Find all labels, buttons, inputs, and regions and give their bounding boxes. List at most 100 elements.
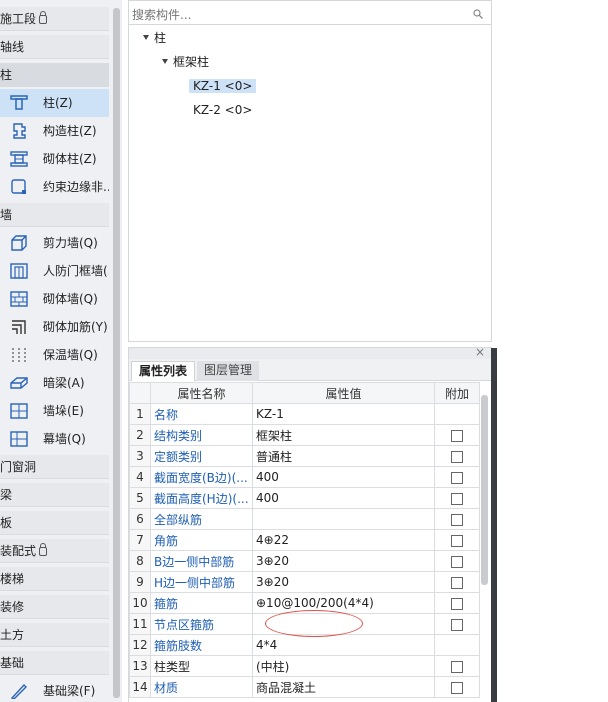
property-value[interactable]: 3⊕20 [252, 571, 435, 593]
extra-checkbox[interactable] [451, 492, 463, 505]
category-label: 施工段 [0, 12, 37, 26]
table-row[interactable]: 12 箍筋肢数 4*4 [129, 634, 480, 656]
nav-item-civil-defense-door-wall[interactable]: 人防门框墙(... [0, 257, 109, 285]
expand-triangle-icon[interactable] [143, 35, 149, 40]
nav-item-masonry-wall[interactable]: 砌体墙(Q) [0, 285, 109, 313]
nav-item-hidden-beam[interactable]: 暗梁(A) [0, 369, 109, 397]
category-label: 楼梯 [0, 572, 25, 586]
search-icon[interactable] [473, 9, 483, 19]
table-row[interactable]: 8 B边一侧中部筋 3⊕20 [129, 550, 480, 572]
category-construction-stage[interactable]: 施工段 [0, 7, 109, 31]
property-value[interactable]: ⊕10@100/200(4*4) [252, 592, 435, 614]
table-row[interactable]: 3 定额类别 普通柱 [129, 445, 480, 467]
extra-checkbox[interactable] [451, 681, 463, 694]
category-slab[interactable]: 板 [0, 511, 109, 535]
tree-node-frame-column[interactable]: 框架柱 [162, 52, 209, 72]
category-decoration[interactable]: 装修 [0, 595, 109, 619]
extra-checkbox[interactable] [451, 534, 463, 547]
nav-item-foundation-beam[interactable]: 基础梁(F) [0, 677, 109, 702]
nav-item-construction-column[interactable]: 构造柱(Z) [0, 117, 109, 145]
search-input[interactable] [132, 5, 462, 24]
extra-checkbox[interactable] [451, 660, 463, 673]
tree-leaf-kz1[interactable]: KZ-1 <0> [189, 76, 257, 96]
nav-item-masonry-column[interactable]: 砌体柱(Z) [0, 145, 109, 173]
category-beam[interactable]: 梁 [0, 483, 109, 507]
extra-cell [434, 613, 480, 635]
property-value[interactable]: 框架柱 [252, 424, 435, 446]
nav-item-label: 暗梁(A) [43, 376, 85, 390]
expand-triangle-icon[interactable] [162, 59, 168, 64]
nav-item-insulation-wall[interactable]: 保温墙(Q) [0, 341, 109, 369]
extra-checkbox[interactable] [451, 450, 463, 463]
table-row[interactable]: 9 H边一侧中部筋 3⊕20 [129, 571, 480, 593]
table-row[interactable]: 4 截面宽度(B边)(... 400 [129, 466, 480, 488]
extra-checkbox[interactable] [451, 555, 463, 568]
extra-checkbox[interactable] [451, 597, 463, 610]
property-name: 箍筋 [150, 592, 253, 614]
tab-layer-management[interactable]: 图层管理 [197, 361, 260, 381]
nav-scrollbar[interactable] [113, 8, 120, 698]
property-value[interactable]: 普通柱 [252, 445, 435, 467]
extra-checkbox[interactable] [451, 471, 463, 484]
close-icon[interactable]: × [475, 348, 485, 359]
tree-leaf-label: KZ-1 <0> [189, 79, 257, 93]
table-row[interactable]: 14 材质 商品混凝土 [129, 676, 480, 698]
category-door-window[interactable]: 门窗洞 [0, 455, 109, 479]
property-value[interactable] [252, 508, 435, 530]
row-number: 10 [129, 592, 151, 614]
nav-item-masonry-reinforcement[interactable]: 砌体加筋(Y) [0, 313, 109, 341]
panel-titlebar: × [129, 348, 491, 359]
table-row[interactable]: 6 全部纵筋 [129, 508, 480, 530]
nav-item-constraint-edge[interactable]: 约束边缘非... [0, 173, 109, 201]
extra-cell [434, 403, 480, 425]
column-icon [10, 95, 28, 110]
property-value[interactable]: KZ-1 [252, 403, 435, 425]
nav-item-column[interactable]: 柱(Z) [0, 89, 109, 117]
row-number: 13 [129, 655, 151, 677]
tree-leaf-kz2[interactable]: KZ-2 <0> [189, 100, 256, 120]
property-name: 全部纵筋 [150, 508, 253, 530]
property-scrollbar[interactable] [481, 395, 488, 585]
extra-cell [434, 550, 480, 572]
property-value[interactable]: 3⊕20 [252, 550, 435, 572]
table-row[interactable]: 13 柱类型 (中柱) [129, 655, 480, 677]
property-value[interactable]: 4⊕22 [252, 529, 435, 551]
category-prefab[interactable]: 装配式 [0, 539, 109, 563]
property-value[interactable]: 400 [252, 466, 435, 488]
category-column[interactable]: 柱 [0, 63, 109, 87]
property-name: 截面高度(H边)(... [150, 487, 253, 509]
category-wall[interactable]: 墙 [0, 203, 109, 227]
table-row[interactable]: 5 截面高度(H边)(... 400 [129, 487, 480, 509]
tab-property-list[interactable]: 属性列表 [131, 361, 196, 381]
insulation-wall-icon [12, 348, 26, 362]
property-value[interactable]: 4*4 [252, 634, 435, 656]
row-number: 7 [129, 529, 151, 551]
tree-node-column[interactable]: 柱 [143, 28, 166, 48]
category-label: 柱 [0, 68, 13, 82]
extra-checkbox[interactable] [451, 576, 463, 589]
row-number: 6 [129, 508, 151, 530]
table-row[interactable]: 7 角筋 4⊕22 [129, 529, 480, 551]
extra-checkbox[interactable] [451, 618, 463, 631]
nav-item-curtain-wall[interactable]: 幕墙(Q) [0, 425, 109, 453]
property-value[interactable]: (中柱) [252, 655, 435, 677]
property-tabs: 属性列表 图层管理 [129, 359, 491, 381]
table-row[interactable]: 1 名称 KZ-1 [129, 403, 480, 425]
category-foundation[interactable]: 基础 [0, 651, 109, 675]
property-name: H边一侧中部筋 [150, 571, 253, 593]
category-label: 板 [0, 516, 13, 530]
construction-column-icon [13, 123, 26, 139]
extra-checkbox[interactable] [451, 429, 463, 442]
nav-item-shear-wall[interactable]: 剪力墙(Q) [0, 229, 109, 257]
property-name: 结构类别 [150, 424, 253, 446]
table-row[interactable]: 2 结构类别 框架柱 [129, 424, 480, 446]
extra-checkbox[interactable] [451, 513, 463, 526]
category-earthwork[interactable]: 土方 [0, 623, 109, 647]
extra-cell [434, 634, 480, 656]
nav-item-wall-pier[interactable]: 墙垛(E) [0, 397, 109, 425]
category-axis[interactable]: 轴线 [0, 35, 109, 59]
category-stairs[interactable]: 楼梯 [0, 567, 109, 591]
extra-cell [434, 487, 480, 509]
property-value[interactable]: 400 [252, 487, 435, 509]
property-value[interactable]: 商品混凝土 [252, 676, 435, 698]
